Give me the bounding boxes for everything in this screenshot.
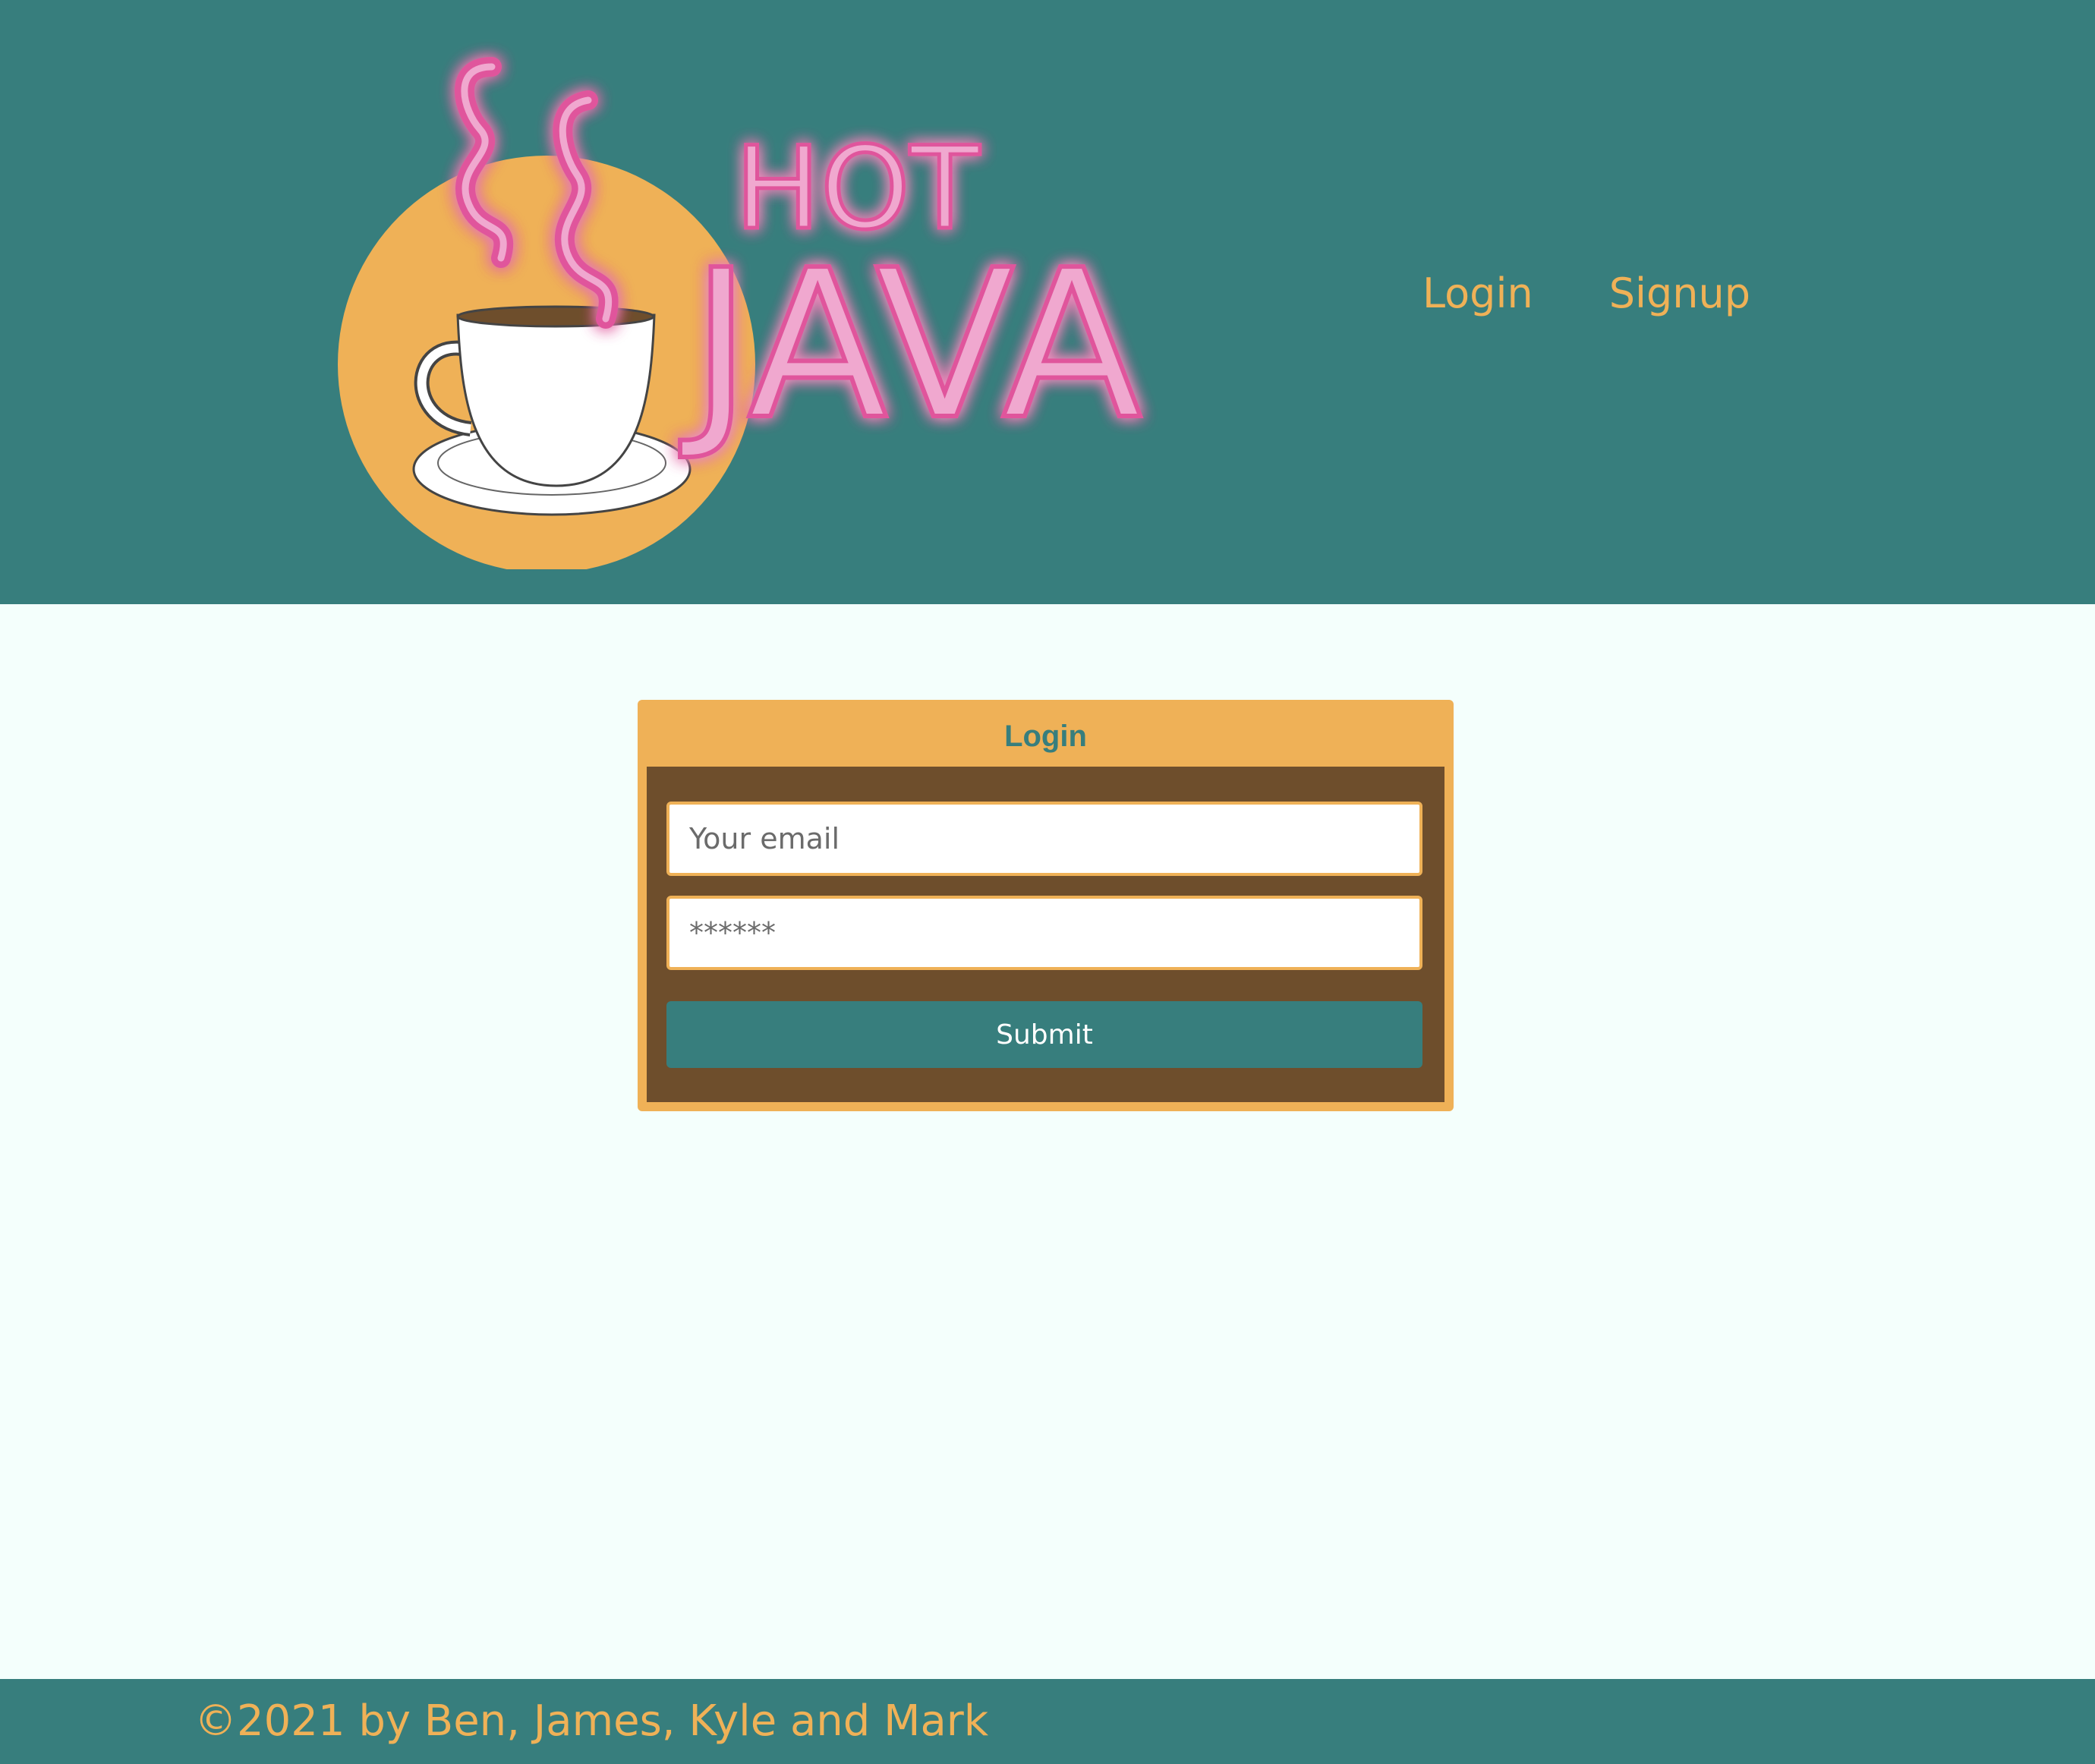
- login-card: Login Your email ****** Submit: [638, 700, 1454, 1111]
- submit-button-label: Submit: [996, 1019, 1093, 1051]
- hot-java-logo[interactable]: HOT JAVA: [319, 38, 1230, 569]
- password-field[interactable]: ******: [666, 896, 1422, 970]
- copyright-text: ©2021 by Ben, James, Kyle and Mark: [194, 1696, 989, 1746]
- header-nav: Login Signup: [1422, 273, 1750, 314]
- submit-button[interactable]: Submit: [666, 1001, 1422, 1068]
- site-header: HOT JAVA Login Signup: [0, 0, 2095, 604]
- nav-login-link[interactable]: Login: [1422, 273, 1533, 314]
- password-placeholder: ******: [689, 916, 776, 950]
- coffee-cup-icon: HOT JAVA: [338, 57, 1145, 569]
- email-field[interactable]: Your email: [666, 802, 1422, 876]
- site-footer: ©2021 by Ben, James, Kyle and Mark: [0, 1679, 2095, 1764]
- email-placeholder: Your email: [689, 822, 840, 855]
- logo-java-text: JAVA: [678, 225, 1142, 465]
- login-form: Your email ****** Submit: [647, 767, 1444, 1102]
- nav-signup-link[interactable]: Signup: [1609, 273, 1750, 314]
- login-card-title: Login: [1004, 720, 1087, 753]
